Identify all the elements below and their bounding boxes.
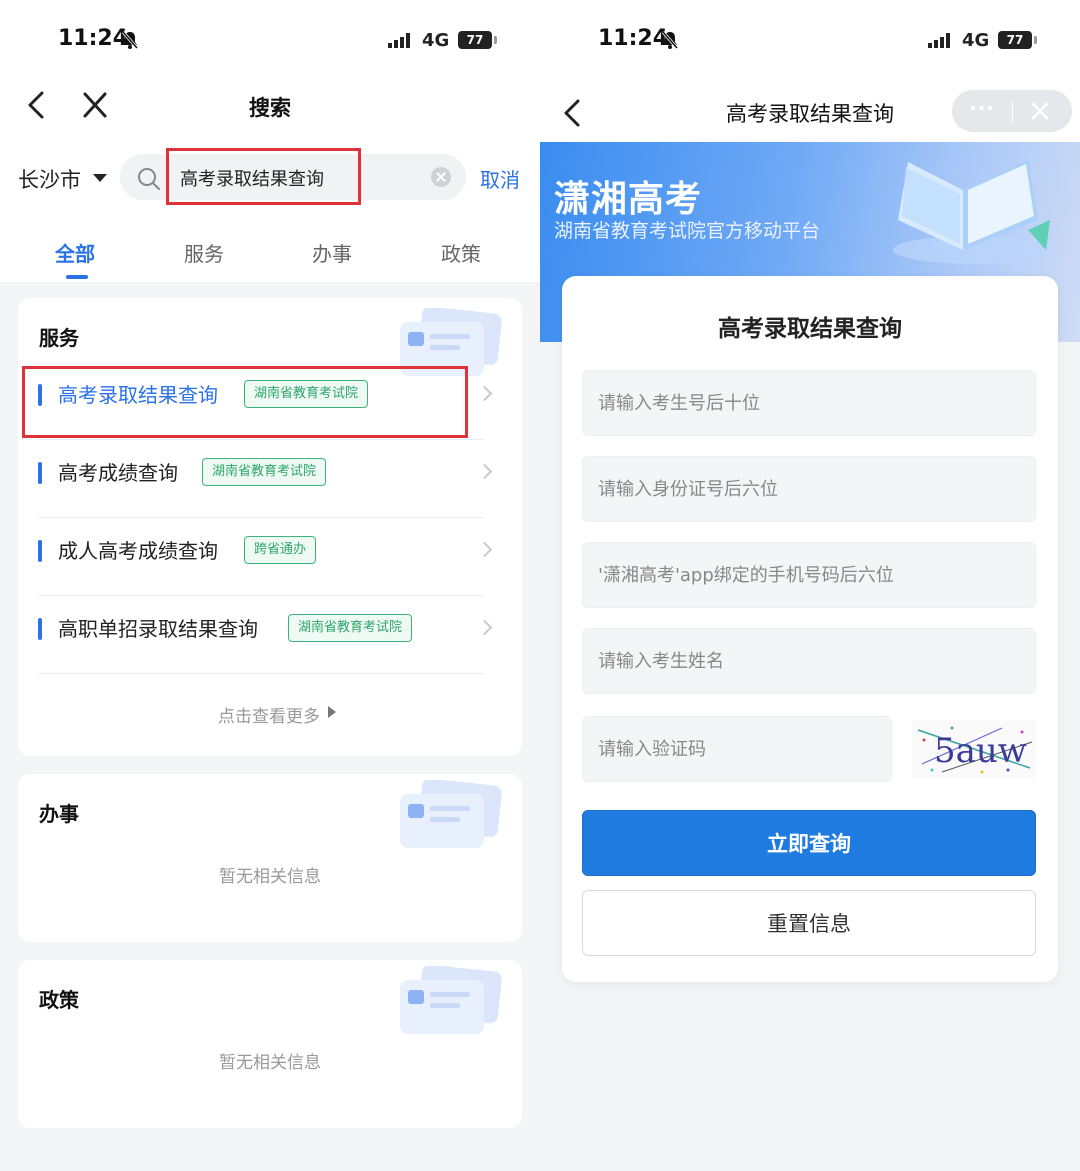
search-icon (138, 168, 160, 190)
exam-number-input[interactable] (583, 371, 1035, 435)
tab-all[interactable]: 全部 (55, 238, 95, 267)
card-illustration-icon (400, 966, 502, 1034)
caret-down-icon[interactable] (93, 174, 107, 182)
captcha-input[interactable] (583, 717, 891, 781)
status-time: 11:24 (58, 26, 129, 51)
result-marker (38, 540, 42, 562)
mute-icon (121, 31, 139, 49)
caret-right-icon[interactable] (328, 706, 336, 718)
network-label: 4G (962, 30, 990, 51)
chevron-right-icon (476, 619, 493, 636)
signal-icon (388, 33, 410, 48)
exam-number-field (582, 370, 1036, 436)
result-item[interactable]: 成人高考成绩查询 跨省通办 (38, 518, 504, 596)
captcha-image[interactable]: 5auw (912, 720, 1036, 778)
query-screen: 11:24 4G 77 高考录取结果查询 ··· 潇湘高考 湖南省教育考试院官方… (540, 0, 1080, 1171)
cancel-button[interactable]: 取消 (480, 164, 520, 193)
form-title: 高考录取结果查询 (718, 316, 902, 342)
captcha-text: 5auw (934, 731, 1027, 771)
network-label: 4G (422, 30, 450, 51)
services-title: 服务 (39, 326, 79, 350)
battery-icon: 77 (998, 31, 1037, 49)
search-screen: 11:24 4G 77 搜索 长沙市 高考录取结果查询 取消 全部 服务 办事 (0, 0, 540, 1171)
result-marker (38, 462, 42, 484)
id-number-input[interactable] (583, 457, 1035, 521)
chevron-right-icon (476, 541, 493, 558)
close-icon[interactable] (1029, 100, 1051, 122)
policy-title: 政策 (39, 988, 79, 1012)
more-icon[interactable]: ··· (952, 96, 1012, 120)
name-input[interactable] (583, 629, 1035, 693)
tab-policy[interactable]: 政策 (441, 238, 481, 267)
banner-subtitle: 湖南省教育考试院官方移动平台 (554, 220, 821, 242)
view-more-link[interactable]: 点击查看更多 (218, 702, 320, 727)
affairs-title: 办事 (39, 802, 79, 826)
result-tag: 跨省通办 (244, 536, 317, 564)
clear-icon[interactable] (431, 167, 451, 187)
banner-title: 潇湘高考 (554, 179, 703, 220)
result-title: 成人高考成绩查询 (58, 539, 218, 563)
name-field (582, 628, 1036, 694)
battery-icon: 77 (458, 31, 497, 49)
id-number-field (582, 456, 1036, 522)
result-item[interactable]: 高职单招录取结果查询 湖南省教育考试院 (38, 596, 504, 674)
result-marker (38, 618, 42, 640)
tab-services[interactable]: 服务 (184, 238, 224, 267)
mute-icon (661, 31, 679, 49)
result-title: 高职单招录取结果查询 (58, 617, 258, 641)
empty-state-text: 暂无相关信息 (219, 867, 321, 887)
reset-button[interactable]: 重置信息 (582, 890, 1036, 956)
divider (38, 673, 484, 674)
result-title: 高考成绩查询 (58, 461, 178, 485)
book-icon (893, 160, 1053, 264)
card-illustration-icon (400, 780, 502, 848)
tab-indicator (66, 275, 88, 279)
phone-field (582, 542, 1036, 608)
chevron-right-icon (476, 463, 493, 480)
page-title: 搜索 (249, 96, 291, 120)
phone-input[interactable] (583, 543, 1035, 607)
search-highlight-box (166, 148, 361, 205)
submit-button[interactable]: 立即查询 (582, 810, 1036, 876)
capsule-divider (1012, 100, 1013, 122)
query-form-card: 高考录取结果查询 5auw 立即查询 重置信息 (562, 276, 1058, 982)
captcha-field (582, 716, 892, 782)
city-selector[interactable]: 长沙市 (18, 164, 81, 194)
policy-card: 政策 暂无相关信息 (18, 960, 522, 1128)
result-tag: 湖南省教育考试院 (202, 458, 327, 486)
affairs-card: 办事 暂无相关信息 (18, 774, 522, 942)
status-bar: 11:24 4G 77 (540, 0, 1080, 80)
mini-program-capsule: ··· (952, 90, 1072, 132)
result-tag: 湖南省教育考试院 (288, 614, 413, 642)
empty-state-text: 暂无相关信息 (219, 1053, 321, 1073)
result-highlight-box (22, 366, 468, 438)
status-bar: 11:24 4G 77 (0, 0, 540, 80)
tab-affairs[interactable]: 办事 (312, 238, 352, 267)
result-item[interactable]: 高考成绩查询 湖南省教育考试院 (38, 440, 504, 518)
chevron-right-icon (476, 385, 493, 402)
signal-icon (928, 33, 950, 48)
status-time: 11:24 (598, 26, 669, 51)
